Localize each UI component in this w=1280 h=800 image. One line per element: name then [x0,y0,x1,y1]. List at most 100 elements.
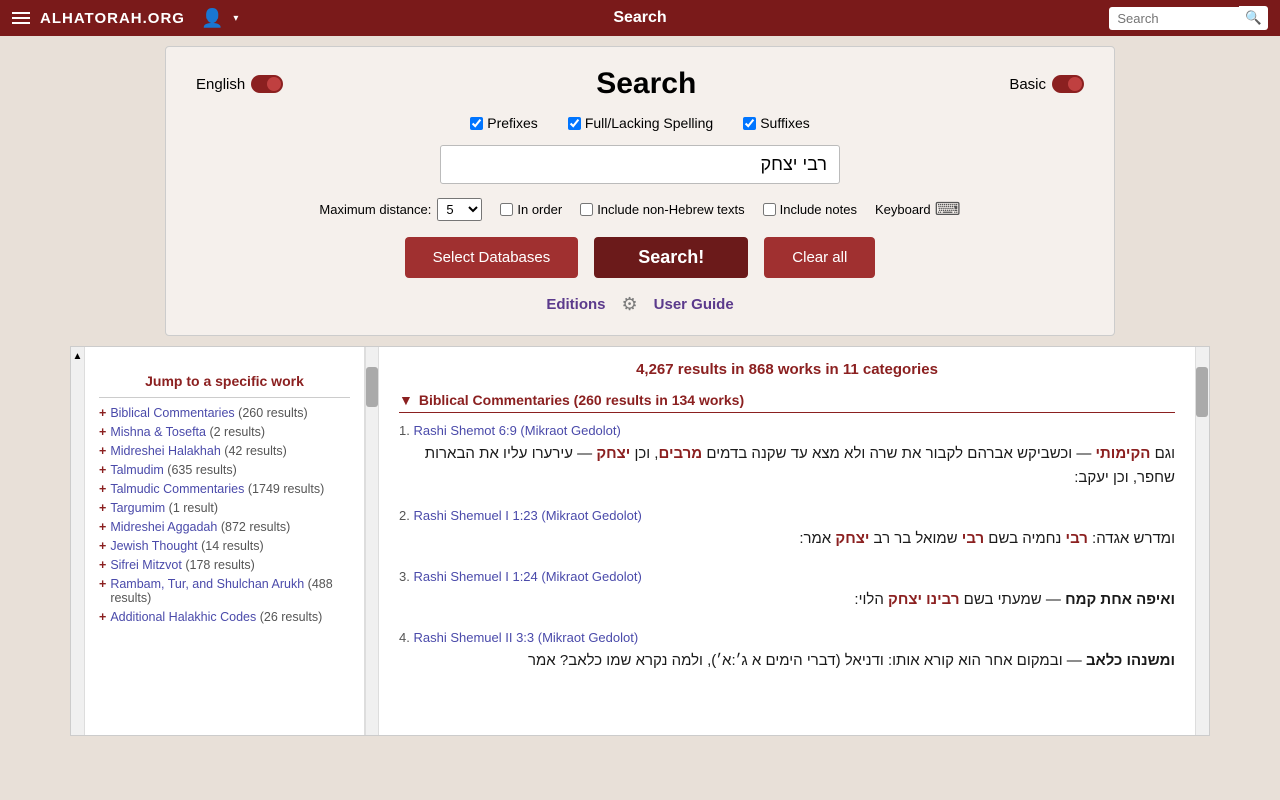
language-toggle[interactable]: English [196,75,283,93]
list-item: + Rambam, Tur, and Shulchan Arukh (488 r… [99,577,350,605]
hamburger-menu[interactable] [12,12,30,24]
sidebar-link[interactable]: Additional Halakhic Codes [110,610,256,624]
bold-text: ומשנהו כלאב [1086,652,1175,669]
result-text: וגם הקימותי — וכשביקש אברהם לקבור את שרה… [399,442,1175,490]
list-item: + Sifrei Mitzvot (178 results) [99,558,350,572]
keyboard-icon: ⌨ [935,199,961,220]
top-nav: ALHATORAH.ORG 👤 ▾ Search 🔍 [0,0,1280,36]
suffixes-input[interactable] [743,117,756,130]
list-item: + Mishna & Tosefta (2 results) [99,425,350,439]
panel-header: English Search Basic [196,67,1084,101]
left-scrollbar[interactable]: ▲ [71,347,85,735]
search-icon: 🔍 [1245,10,1262,25]
top-search-button[interactable]: 🔍 [1239,6,1268,30]
list-item: + Midreshei Aggadah (872 results) [99,520,350,534]
settings-icon[interactable]: ⚙ [622,294,638,315]
notes-input[interactable] [763,203,776,216]
distance-select[interactable]: 5 1 2 3 4 6 7 8 9 10 [437,198,482,221]
expand-icon[interactable]: + [99,501,106,515]
table-row: 2. Rashi Shemuel I 1:23 (Mikraot Gedolot… [399,508,1175,551]
result-link[interactable]: Rashi Shemuel I 1:23 (Mikraot Gedolot) [413,508,641,523]
nav-right: 🔍 [1109,6,1268,30]
sidebar-link[interactable]: Targumim [110,501,165,515]
distance-group: Maximum distance: 5 1 2 3 4 6 7 8 9 10 [319,198,482,221]
highlight: מרבים [658,445,702,462]
sidebar-link[interactable]: Talmudic Commentaries [110,482,244,496]
sidebar-link[interactable]: Rambam, Tur, and Shulchan Arukh [110,577,304,591]
options-row: Maximum distance: 5 1 2 3 4 6 7 8 9 10 I… [196,198,1084,221]
editions-link[interactable]: Editions [546,296,605,313]
action-buttons: Select Databases Search! Clear all [196,237,1084,278]
category-toggle[interactable]: ▼ [399,392,413,408]
list-item: + Biblical Commentaries (260 results) [99,406,350,420]
expand-icon[interactable]: + [99,444,106,458]
inorder-checkbox[interactable]: In order [500,202,562,217]
select-databases-button[interactable]: Select Databases [405,237,579,278]
sidebar-link[interactable]: Sifrei Mitzvot [110,558,182,572]
sidebar-link[interactable]: Midreshei Aggadah [110,520,217,534]
clear-button[interactable]: Clear all [764,237,875,278]
distance-label: Maximum distance: [319,202,431,217]
expand-icon[interactable]: + [99,558,106,572]
top-search-input[interactable] [1109,7,1239,30]
result-link[interactable]: Rashi Shemuel I 1:24 (Mikraot Gedolot) [413,569,641,584]
user-guide-link[interactable]: User Guide [654,296,734,313]
search-panel: English Search Basic Prefixes Full/Lacki… [165,46,1115,336]
expand-icon[interactable]: + [99,520,106,534]
user-dropdown-icon[interactable]: ▾ [233,13,238,24]
notes-checkbox[interactable]: Include notes [763,202,857,217]
results-scrollbar[interactable] [1195,347,1209,735]
footer-links: Editions ⚙ User Guide [196,294,1084,315]
scroll-up-arrow[interactable]: ▲ [71,347,84,362]
left-sidebar: Jump to a specific work + Biblical Comme… [85,347,365,735]
expand-icon[interactable]: + [99,463,106,477]
category-header: ▼ Biblical Commentaries (260 results in … [399,392,1175,413]
basic-toggle[interactable]: Basic [1009,75,1084,93]
user-icon[interactable]: 👤 [201,8,223,29]
list-item: + Targumim (1 result) [99,501,350,515]
prefixes-checkbox[interactable]: Prefixes [470,115,538,131]
highlight: רבי [962,530,984,547]
result-link[interactable]: Rashi Shemuel II 3:3 (Mikraot Gedolot) [413,630,638,645]
nav-left: ALHATORAH.ORG 👤 ▾ [12,8,238,29]
basic-toggle-btn[interactable] [1052,75,1084,93]
result-source: 4. Rashi Shemuel II 3:3 (Mikraot Gedolot… [399,630,1175,645]
table-row: 1. Rashi Shemot 6:9 (Mikraot Gedolot) וג… [399,423,1175,490]
list-item: + Jewish Thought (14 results) [99,539,350,553]
language-label: English [196,76,245,93]
results-scroll-thumb [1196,367,1208,417]
results-container: ▲ Jump to a specific work + Biblical Com… [70,346,1210,736]
expand-icon[interactable]: + [99,539,106,553]
panel-title: Search [283,67,1009,101]
site-title: ALHATORAH.ORG [40,10,185,27]
fullspelling-checkbox[interactable]: Full/Lacking Spelling [568,115,713,131]
prefixes-input[interactable] [470,117,483,130]
language-toggle-btn[interactable] [251,75,283,93]
expand-icon[interactable]: + [99,577,106,591]
highlight: רבינו יצחק [888,591,959,608]
expand-icon[interactable]: + [99,425,106,439]
sidebar-link[interactable]: Talmudim [110,463,164,477]
sidebar-link[interactable]: Midreshei Halakhah [110,444,220,458]
search-button[interactable]: Search! [594,237,748,278]
nonhebrew-checkbox[interactable]: Include non-Hebrew texts [580,202,744,217]
suffixes-checkbox[interactable]: Suffixes [743,115,810,131]
list-item: + Talmudic Commentaries (1749 results) [99,482,350,496]
result-link[interactable]: Rashi Shemot 6:9 (Mikraot Gedolot) [413,423,620,438]
expand-icon[interactable]: + [99,482,106,496]
inorder-input[interactable] [500,203,513,216]
main-search-input[interactable] [440,145,840,184]
expand-icon[interactable]: + [99,610,106,624]
sidebar-link[interactable]: Mishna & Tosefta [110,425,206,439]
table-row: 3. Rashi Shemuel I 1:24 (Mikraot Gedolot… [399,569,1175,612]
sidebar-link[interactable]: Jewish Thought [110,539,197,553]
nonhebrew-input[interactable] [580,203,593,216]
keyboard-button[interactable]: Keyboard ⌨ [875,199,961,220]
expand-icon[interactable]: + [99,406,106,420]
result-text: ומדרש אגדה: רבי נחמיה בשם רבי שמואל בר ר… [399,527,1175,551]
highlight: רבי [1066,530,1088,547]
sidebar-scrollbar[interactable] [365,347,379,735]
bold-text: ואיפה אחת קמח [1065,591,1175,608]
sidebar-link[interactable]: Biblical Commentaries [110,406,234,420]
fullspelling-input[interactable] [568,117,581,130]
